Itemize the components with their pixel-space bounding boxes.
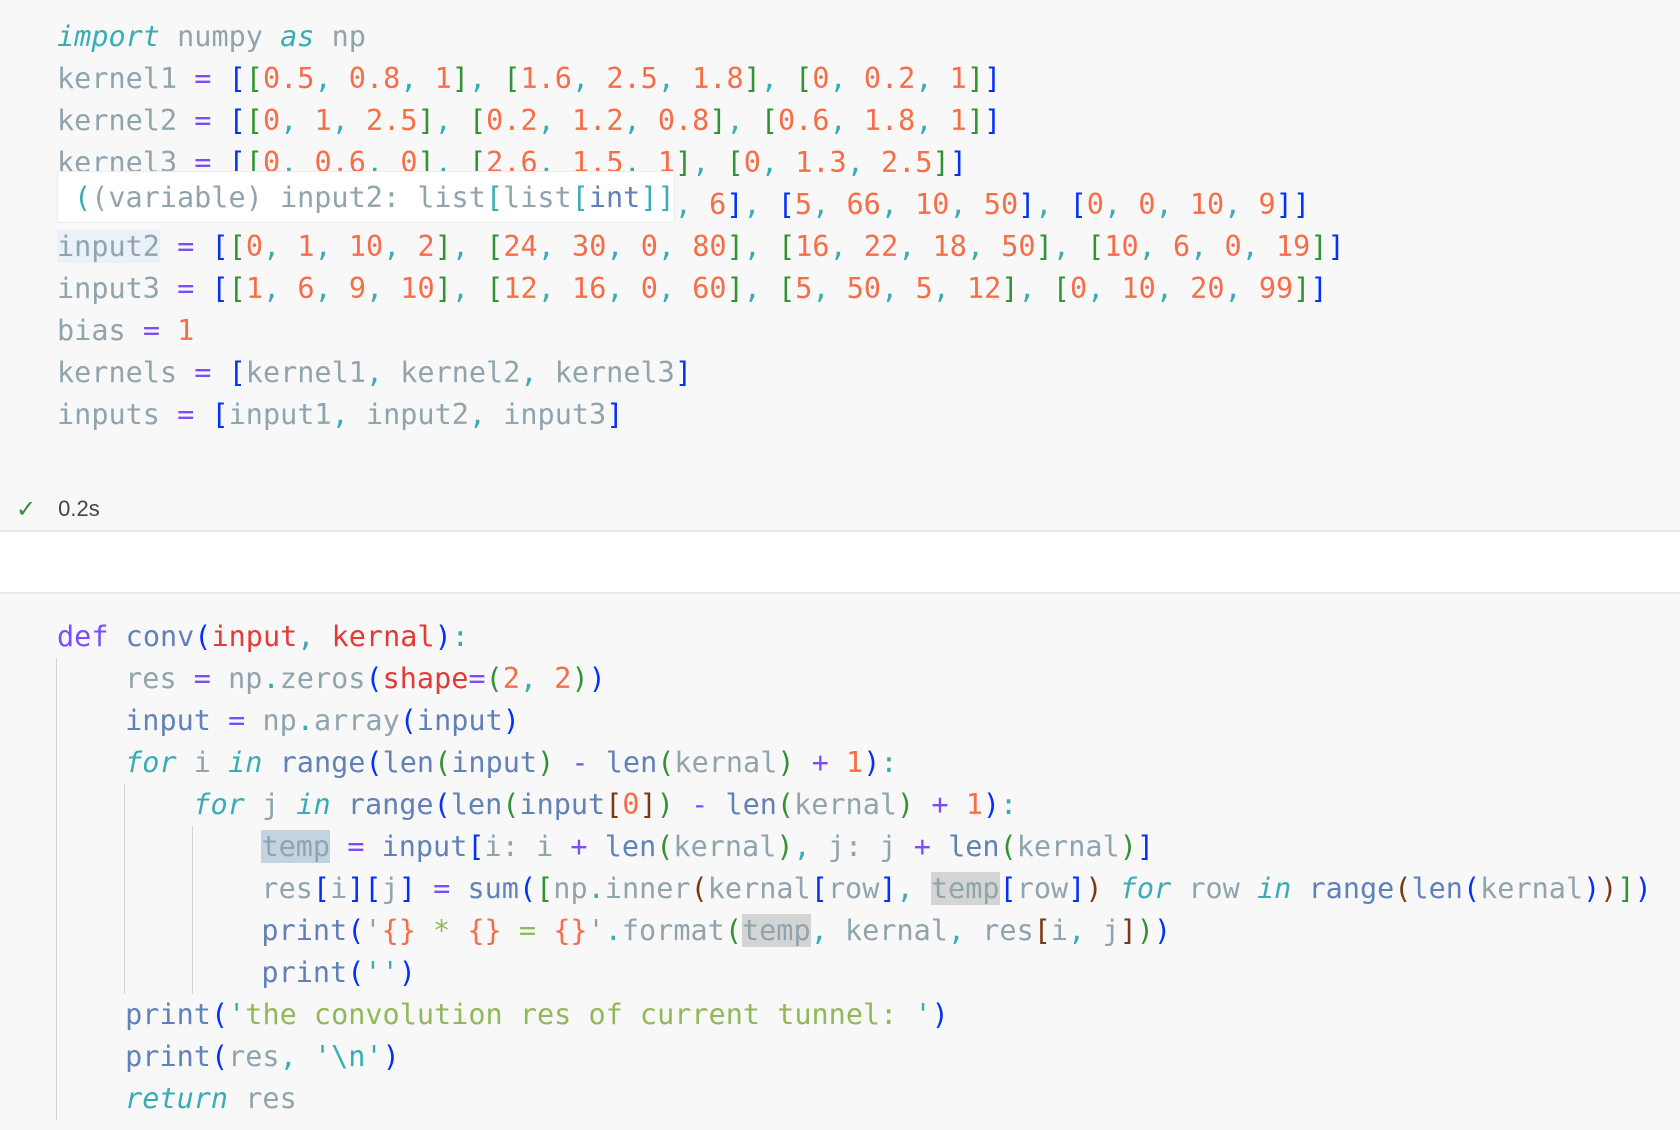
indent-guide [123, 868, 194, 910]
indent-guide [55, 1078, 126, 1120]
code-line[interactable]: kernels = [kernel1, kernel2, kernel3] [57, 352, 1345, 394]
indent-guide [55, 784, 126, 826]
code-line[interactable]: input2 = [[0, 1, 10, 2], [24, 30, 0, 80]… [57, 226, 1345, 268]
code-line[interactable]: return res [55, 1078, 1652, 1120]
indent-guide [55, 658, 126, 700]
code-line[interactable]: res[i][j] = sum([np.inner(kernal[row], t… [55, 868, 1652, 910]
indent-guide [55, 952, 126, 994]
code-line[interactable]: input3 = [[1, 6, 9, 10], [12, 16, 0, 60]… [57, 268, 1345, 310]
indent-guide [55, 994, 126, 1036]
code-line[interactable]: input = np.array(input) [55, 700, 1652, 742]
indent-guide [123, 826, 194, 868]
tooltip-name: input2: [279, 181, 401, 214]
tooltip-type: int [588, 181, 641, 214]
indent-guide [123, 910, 194, 952]
indent-guide [55, 700, 126, 742]
code-line[interactable]: print('{} * {} = {}'.format(temp, kernal… [55, 910, 1652, 952]
code-line[interactable]: kernel1 = [[0.5, 0.8, 1], [1.6, 2.5, 1.8… [57, 58, 1345, 100]
code-cell-1[interactable]: import numpy as np kernel1 = [[0.5, 0.8, … [0, 0, 1680, 532]
code-line[interactable]: import numpy as np [57, 16, 1345, 58]
tooltip-type: list [417, 181, 486, 214]
tooltip-kind: (variable) [91, 181, 263, 214]
code-line[interactable]: def conv(input, kernal): [57, 616, 1652, 658]
code-line[interactable]: temp = input[i: i + len(kernal), j: j + … [55, 826, 1652, 868]
code-editor[interactable]: def conv(input, kernal): res = np.zeros(… [55, 616, 1652, 1120]
indent-guide [191, 826, 262, 868]
indent-guide [55, 1036, 126, 1078]
indent-guide [55, 826, 126, 868]
code-line[interactable]: print('the convolution res of current tu… [55, 994, 1652, 1036]
indent-guide [191, 868, 262, 910]
code-line[interactable]: print(res, '\n') [55, 1036, 1652, 1078]
code-line[interactable]: for i in range(len(input) - len(kernal) … [55, 742, 1652, 784]
tooltip-type: list [503, 181, 572, 214]
hover-tooltip: ((variable) input2: list[list[int]] [57, 171, 675, 223]
indent-guide [191, 910, 262, 952]
indent-guide [123, 784, 194, 826]
indent-guide [55, 910, 126, 952]
code-editor[interactable]: import numpy as np kernel1 = [[0.5, 0.8, … [57, 16, 1345, 436]
code-line[interactable]: inputs = [input1, input2, input3] [57, 394, 1345, 436]
code-line[interactable]: print('') [55, 952, 1652, 994]
cell-status: ✓ 0.2s [16, 492, 100, 526]
code-cell-2[interactable]: def conv(input, kernal): res = np.zeros(… [0, 592, 1680, 1130]
indent-guide [55, 868, 126, 910]
execution-time: 0.2s [58, 496, 100, 521]
code-line[interactable]: for j in range(len(input[0]) - len(kerna… [55, 784, 1652, 826]
code-line[interactable]: kernel2 = [[0, 1, 2.5], [0.2, 1.2, 0.8],… [57, 100, 1345, 142]
indent-guide [123, 952, 194, 994]
code-line[interactable]: res = np.zeros(shape=(2, 2)) [55, 658, 1652, 700]
indent-guide [191, 952, 262, 994]
code-line[interactable]: bias = 1 [57, 310, 1345, 352]
check-icon: ✓ [16, 495, 37, 523]
indent-guide [55, 742, 126, 784]
